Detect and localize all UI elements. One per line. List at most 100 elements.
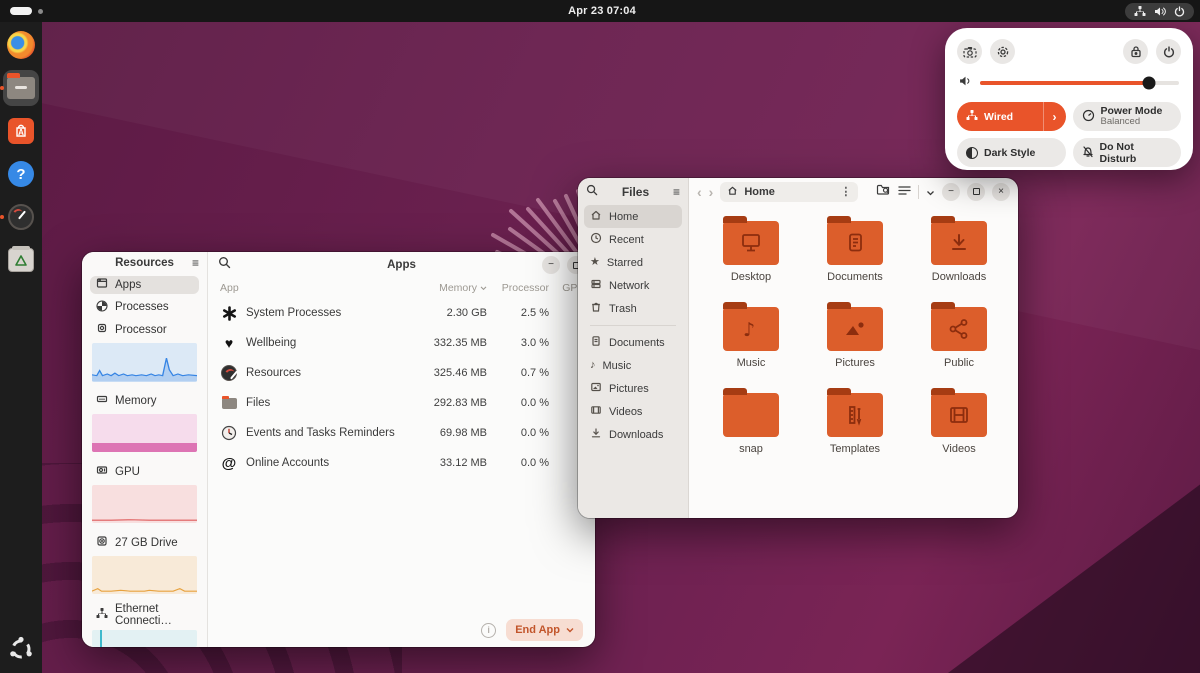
list-view-toggle[interactable] xyxy=(898,183,911,201)
wired-tile[interactable]: Wired › xyxy=(957,102,1066,131)
menu-icon[interactable]: ≡ xyxy=(192,256,199,270)
files-app-icon xyxy=(218,398,240,409)
folder-downloads[interactable]: Downloads xyxy=(907,219,1011,305)
dock-item-firefox[interactable] xyxy=(3,27,39,63)
search-icon[interactable] xyxy=(586,183,598,201)
volume-handle[interactable] xyxy=(1143,77,1156,90)
app-name: Files xyxy=(240,397,405,409)
sidebar-item-label: GPU xyxy=(115,466,140,478)
column-processor[interactable]: Processor xyxy=(487,282,549,294)
settings-button[interactable] xyxy=(990,39,1015,64)
sidebar-item-documents[interactable]: Documents xyxy=(584,331,682,354)
folder-public[interactable]: Public xyxy=(907,305,1011,391)
power-button[interactable] xyxy=(1156,39,1181,64)
new-folder-search-icon[interactable] xyxy=(876,183,891,201)
workspace-pill-active[interactable] xyxy=(10,7,32,15)
dock: A ? xyxy=(0,22,42,673)
dock-item-app-center[interactable]: A xyxy=(3,113,39,149)
sidebar-item-gpu[interactable]: GPU xyxy=(90,462,199,480)
workspace-indicator[interactable] xyxy=(10,7,140,15)
sidebar-item-label: Memory xyxy=(115,395,157,407)
folder-videos[interactable]: Videos xyxy=(907,391,1011,477)
sidebar-item-home[interactable]: Home xyxy=(584,205,682,228)
sidebar-item-starred[interactable]: ★ Starred xyxy=(584,251,682,274)
sidebar-item-drive[interactable]: 27 GB Drive xyxy=(90,533,199,551)
volume-slider[interactable] xyxy=(980,81,1179,85)
sidebar-item-network[interactable]: Network xyxy=(584,274,682,297)
menu-icon[interactable]: ≡ xyxy=(673,185,680,199)
sidebar-item-processes[interactable]: Processes xyxy=(90,298,199,316)
folder-pictures[interactable]: Pictures xyxy=(803,305,907,391)
app-row-online-accounts[interactable]: @ Online Accounts 33.12 MB 0.0 % 0. xyxy=(208,448,595,478)
workspace-dot[interactable] xyxy=(38,9,43,14)
app-memory: 325.46 MB xyxy=(405,367,487,379)
public-folder-icon xyxy=(931,307,987,351)
sidebar-item-downloads[interactable]: Downloads xyxy=(584,423,682,446)
folder-documents[interactable]: Documents xyxy=(803,219,907,305)
folder-templates[interactable]: Templates xyxy=(803,391,907,477)
templates-folder-icon xyxy=(827,393,883,437)
video-icon xyxy=(590,404,602,419)
quick-settings-tiles: Wired › Power Mode Balanced Dark Style D… xyxy=(957,102,1181,167)
app-row-system-processes[interactable]: System Processes 2.30 GB 2.5 % 0. xyxy=(208,298,595,328)
sidebar-item-music[interactable]: ♪ Music xyxy=(584,354,682,377)
dark-style-icon xyxy=(966,147,978,159)
sidebar-item-memory[interactable]: Memory xyxy=(90,392,199,410)
system-indicators[interactable] xyxy=(1125,3,1194,20)
wired-expand-arrow[interactable]: › xyxy=(1043,102,1066,131)
folder-snap[interactable]: snap xyxy=(699,391,803,477)
app-row-files[interactable]: Files 292.83 MB 0.0 % 0. xyxy=(208,388,595,418)
download-icon xyxy=(590,427,602,442)
end-app-button[interactable]: End App xyxy=(506,619,583,641)
do-not-disturb-tile[interactable]: Do Not Disturb xyxy=(1073,138,1182,167)
clock[interactable]: Apr 23 07:04 xyxy=(140,5,1064,17)
dock-item-help[interactable]: ? xyxy=(3,156,39,192)
screenshot-button[interactable] xyxy=(957,39,982,64)
sidebar-item-processor[interactable]: Processor xyxy=(90,321,199,339)
svg-text:A: A xyxy=(18,128,24,137)
sidebar-item-recent[interactable]: Recent xyxy=(584,228,682,251)
top-bar: Apr 23 07:04 xyxy=(0,0,1200,22)
app-row-events-reminders[interactable]: Events and Tasks Reminders 69.98 MB 0.0 … xyxy=(208,418,595,448)
page-title: Apps xyxy=(208,259,595,271)
folder-music[interactable]: ♪ Music xyxy=(699,305,803,391)
sidebar-item-trash[interactable]: Trash xyxy=(584,297,682,320)
column-memory[interactable]: Memory xyxy=(401,282,487,294)
sidebar-item-ethernet[interactable]: Ethernet Connecti… xyxy=(90,604,199,626)
app-name: System Processes xyxy=(240,307,405,319)
folder-desktop[interactable]: Desktop xyxy=(699,219,803,305)
picture-icon xyxy=(590,381,602,396)
dock-item-files[interactable] xyxy=(3,70,39,106)
minimize-button[interactable]: − xyxy=(542,256,560,274)
sidebar-item-apps[interactable]: Apps xyxy=(90,276,199,294)
forward-button[interactable]: › xyxy=(709,185,714,199)
system-tray[interactable] xyxy=(1064,3,1194,20)
folder-label: Documents xyxy=(827,271,883,283)
app-row-resources[interactable]: Resources 325.46 MB 0.7 % 0. xyxy=(208,358,595,388)
column-app[interactable]: App xyxy=(220,282,401,294)
app-center-icon: A xyxy=(8,118,34,144)
show-apps-button[interactable] xyxy=(3,631,39,667)
sidebar-item-pictures[interactable]: Pictures xyxy=(584,377,682,400)
app-row-wellbeing[interactable]: ♥ Wellbeing 332.35 MB 3.0 % 0. xyxy=(208,328,595,358)
dock-item-resources[interactable] xyxy=(3,199,39,235)
dark-style-tile[interactable]: Dark Style xyxy=(957,138,1066,167)
home-icon xyxy=(727,185,738,199)
path-bar[interactable]: Home ⋮ xyxy=(720,182,858,202)
network-icon xyxy=(590,278,602,293)
lock-button[interactable] xyxy=(1123,39,1148,64)
info-icon[interactable]: i xyxy=(481,623,496,638)
system-processes-icon xyxy=(218,306,240,321)
view-options-dropdown[interactable] xyxy=(926,183,935,201)
maximize-button[interactable] xyxy=(967,183,985,201)
minimize-button[interactable]: − xyxy=(942,183,960,201)
close-button[interactable]: × xyxy=(992,183,1010,201)
pictures-folder-icon xyxy=(827,307,883,351)
kebab-icon[interactable]: ⋮ xyxy=(840,185,851,198)
sidebar-item-videos[interactable]: Videos xyxy=(584,400,682,423)
bell-crossed-icon xyxy=(1082,145,1094,161)
power-mode-tile[interactable]: Power Mode Balanced xyxy=(1073,102,1182,131)
dock-item-trash[interactable] xyxy=(3,242,39,278)
back-button[interactable]: ‹ xyxy=(697,185,702,199)
sidebar-item-label: Home xyxy=(609,211,638,223)
